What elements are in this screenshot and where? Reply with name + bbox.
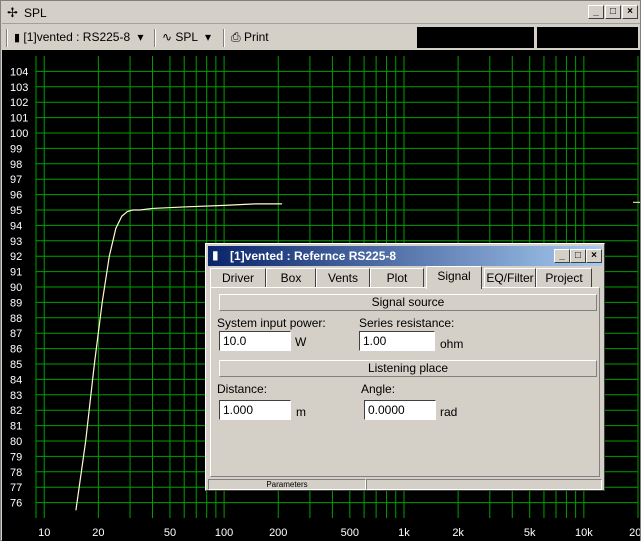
y-tick-label: 93	[10, 236, 22, 248]
distance-field[interactable]	[219, 400, 291, 420]
y-tick-label: 84	[10, 374, 22, 386]
x-tick-label: 2k	[452, 527, 464, 539]
app-icon: ✢	[7, 5, 18, 20]
project-dropdown[interactable]: ▮ [1]vented : RS225-8 ▾	[14, 28, 144, 47]
waveform-icon: ∿	[162, 30, 173, 44]
dialog-title: [1]vented : Refernce RS225-8	[230, 249, 397, 263]
dialog-status-bar: Parameters	[208, 479, 602, 490]
y-tick-label: 98	[10, 159, 22, 171]
listening-place-header: Listening place	[219, 360, 597, 377]
dialog-maximize-button[interactable]: □	[570, 249, 586, 263]
input-power-field[interactable]	[219, 331, 291, 351]
angle-label: Angle:	[361, 382, 396, 396]
close-button[interactable]: ×	[622, 5, 638, 19]
project-dropdown-label: [1]vented : RS225-8	[23, 30, 131, 44]
tab-project[interactable]: Project	[536, 268, 592, 288]
title-bar: ✢ SPL _ □ ×	[2, 2, 640, 24]
y-tick-label: 87	[10, 328, 22, 340]
tab-vents[interactable]: Vents	[316, 268, 370, 288]
minimize-button[interactable]: _	[588, 5, 604, 19]
dialog-tabs: Driver Box Vents Plot Signal EQ/Filter P…	[210, 266, 600, 289]
speaker-icon: ▮	[212, 248, 219, 262]
tab-box[interactable]: Box	[266, 268, 316, 288]
series-resistance-field[interactable]	[359, 331, 435, 351]
angle-field[interactable]	[364, 400, 436, 420]
dialog-minimize-button[interactable]: _	[554, 249, 570, 263]
x-tick-label: 20	[92, 527, 104, 539]
y-tick-label: 104	[10, 66, 28, 78]
project-icon: ▮	[14, 32, 21, 44]
toolbar-separator	[223, 29, 225, 47]
chevron-down-icon: ▾	[137, 30, 144, 44]
tab-plot[interactable]: Plot	[370, 268, 424, 288]
y-tick-label: 82	[10, 405, 22, 417]
y-tick-label: 78	[10, 467, 22, 479]
print-button[interactable]: ⎙ Print	[231, 28, 269, 47]
y-tick-label: 81	[10, 421, 22, 433]
y-tick-label: 90	[10, 282, 22, 294]
tab-eq-filter[interactable]: EQ/Filter	[484, 268, 536, 288]
y-tick-label: 88	[10, 313, 22, 325]
printer-icon: ⎙	[231, 30, 241, 44]
signal-source-header: Signal source	[219, 294, 597, 311]
y-tick-label: 76	[10, 498, 22, 510]
spl-window: ✢ SPL _ □ × ▮ [1]vented : RS225-8 ▾ ∿ SP…	[0, 0, 641, 541]
x-tick-label: 1k	[398, 527, 410, 539]
chart-type-label: SPL	[175, 30, 198, 44]
signal-tab-panel: Signal source System input power: W Seri…	[210, 287, 600, 477]
x-tick-label: 200	[269, 527, 287, 539]
angle-unit: rad	[440, 405, 458, 419]
distance-label: Distance:	[217, 382, 268, 396]
dialog-title-bar[interactable]: ▮ [1]vented : Refernce RS225-8 _ □ ×	[208, 246, 602, 266]
readout-panel-right	[537, 27, 638, 48]
toolbar-grip	[6, 29, 8, 47]
series-resistance-label: Series resistance:	[359, 316, 455, 330]
x-tick-label: 50	[164, 527, 176, 539]
driver-dialog: ▮ [1]vented : Refernce RS225-8 _ □ × Dri…	[205, 243, 605, 491]
series-resistance-unit: ohm	[440, 337, 464, 351]
y-tick-labels: 76 77 78 79 80 81 82 83 84 85 86 87 88 89 90 91 92 93 94 95…	[10, 66, 28, 509]
maximize-button[interactable]: □	[605, 5, 621, 19]
toolbar: ▮ [1]vented : RS225-8 ▾ ∿ SPL ▾ ⎙ Print	[2, 25, 640, 50]
x-tick-label: 500	[341, 527, 359, 539]
x-tick-label: 10k	[575, 527, 593, 539]
x-tick-label: 5k	[524, 527, 536, 539]
y-tick-label: 95	[10, 205, 22, 217]
y-tick-label: 83	[10, 390, 22, 402]
y-tick-label: 96	[10, 190, 22, 202]
chevron-down-icon: ▾	[205, 30, 212, 44]
status-parameters: Parameters	[208, 479, 366, 490]
y-tick-label: 85	[10, 359, 22, 371]
toolbar-separator	[154, 29, 156, 47]
y-tick-label: 91	[10, 267, 22, 279]
y-tick-label: 77	[10, 482, 22, 494]
status-empty	[366, 479, 602, 490]
y-tick-label: 101	[10, 113, 28, 125]
input-power-unit: W	[295, 335, 307, 349]
y-tick-label: 102	[10, 97, 28, 109]
distance-unit: m	[296, 405, 306, 419]
y-tick-label: 86	[10, 344, 22, 356]
readout-panel-left	[417, 27, 534, 48]
y-tick-label: 99	[10, 143, 22, 155]
y-tick-label: 92	[10, 251, 22, 263]
print-label: Print	[243, 30, 269, 44]
x-tick-label: 10	[38, 527, 50, 539]
x-tick-labels: 10 20 50 100 200 500 1k 2k 5k 10k 20k	[38, 527, 640, 539]
y-tick-label: 89	[10, 297, 22, 309]
x-tick-label: 20k	[629, 527, 640, 539]
y-tick-label: 97	[10, 174, 22, 186]
x-tick-label: 100	[215, 527, 233, 539]
y-tick-label: 103	[10, 82, 28, 94]
dialog-close-button[interactable]: ×	[586, 249, 602, 263]
input-power-label: System input power:	[217, 316, 326, 330]
y-tick-label: 94	[10, 220, 22, 232]
y-tick-label: 100	[10, 128, 28, 140]
tab-driver[interactable]: Driver	[210, 268, 266, 288]
window-title: SPL	[24, 6, 47, 20]
chart-type-dropdown[interactable]: ∿ SPL ▾	[162, 28, 211, 47]
tab-signal[interactable]: Signal	[426, 266, 482, 289]
y-tick-label: 79	[10, 451, 22, 463]
y-tick-label: 80	[10, 436, 22, 448]
